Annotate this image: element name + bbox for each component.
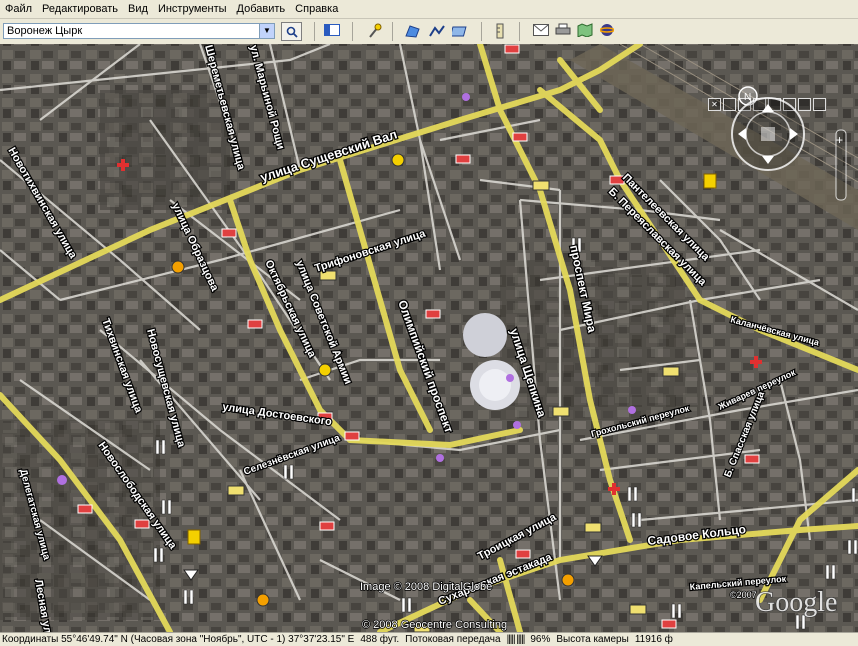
placemark-icon[interactable] <box>365 23 383 40</box>
menu-edit[interactable]: Редактировать <box>37 3 123 15</box>
imagery-credit: Image © 2008 DigitalGlobe <box>360 581 492 593</box>
map-view[interactable]: улица Сущевский Вал Новотихвинская улица… <box>0 44 858 632</box>
menu-view[interactable]: Вид <box>123 3 153 15</box>
search-icon <box>286 26 298 38</box>
coordinates-readout: Координаты 55°46'49.74" N (Часовая зона … <box>2 634 355 645</box>
sky-icon[interactable] <box>598 23 616 40</box>
ruler-icon[interactable] <box>491 23 509 40</box>
zoom-in-icon: + <box>836 133 843 147</box>
menu-file[interactable]: Файл <box>0 3 37 15</box>
toolbar-separator <box>519 22 520 41</box>
toolbar: ▼ <box>0 19 858 45</box>
status-bar: Координаты 55°46'49.74" N (Часовая зона … <box>0 632 858 646</box>
search-input[interactable] <box>4 24 260 38</box>
toolbar-separator <box>314 22 315 41</box>
north-icon: N <box>744 92 751 103</box>
geo-credit: © 2008 Geocentre Consulting <box>362 619 507 631</box>
sidebar-toggle-icon[interactable] <box>323 23 341 40</box>
maps-icon[interactable] <box>576 23 594 40</box>
print-icon[interactable] <box>554 23 572 40</box>
streaming-percent: 96% <box>530 634 551 645</box>
streaming-progress-icon: ||||| ||||| <box>506 634 526 645</box>
elevation-readout: 488 фут. <box>360 634 400 645</box>
eye-altitude-label: Высота камеры <box>556 634 629 645</box>
menu-help[interactable]: Справка <box>290 3 343 15</box>
copyright-year: ©2007 <box>730 590 757 600</box>
search-button[interactable] <box>281 22 302 41</box>
menu-bar: Файл Редактировать Вид Инструменты Добав… <box>0 0 858 19</box>
navigation-control[interactable]: N + <box>718 82 858 202</box>
polygon-icon[interactable] <box>404 23 422 40</box>
toolbar-separator <box>481 22 482 41</box>
toolbar-separator <box>392 22 393 41</box>
email-icon[interactable] <box>532 23 550 40</box>
menu-tools[interactable]: Инструменты <box>153 3 232 15</box>
image-overlay-icon[interactable] <box>449 23 470 40</box>
search-box[interactable]: ▼ <box>3 23 275 39</box>
toolbar-separator <box>352 22 353 41</box>
google-logo: Google <box>755 587 837 618</box>
chevron-down-icon[interactable]: ▼ <box>259 24 274 38</box>
menu-add[interactable]: Добавить <box>232 3 291 15</box>
hand-icon <box>761 127 775 141</box>
eye-altitude-value: 11916 ф <box>634 634 673 645</box>
streaming-label: Потоковая передача <box>405 634 501 645</box>
path-icon[interactable] <box>428 23 446 40</box>
